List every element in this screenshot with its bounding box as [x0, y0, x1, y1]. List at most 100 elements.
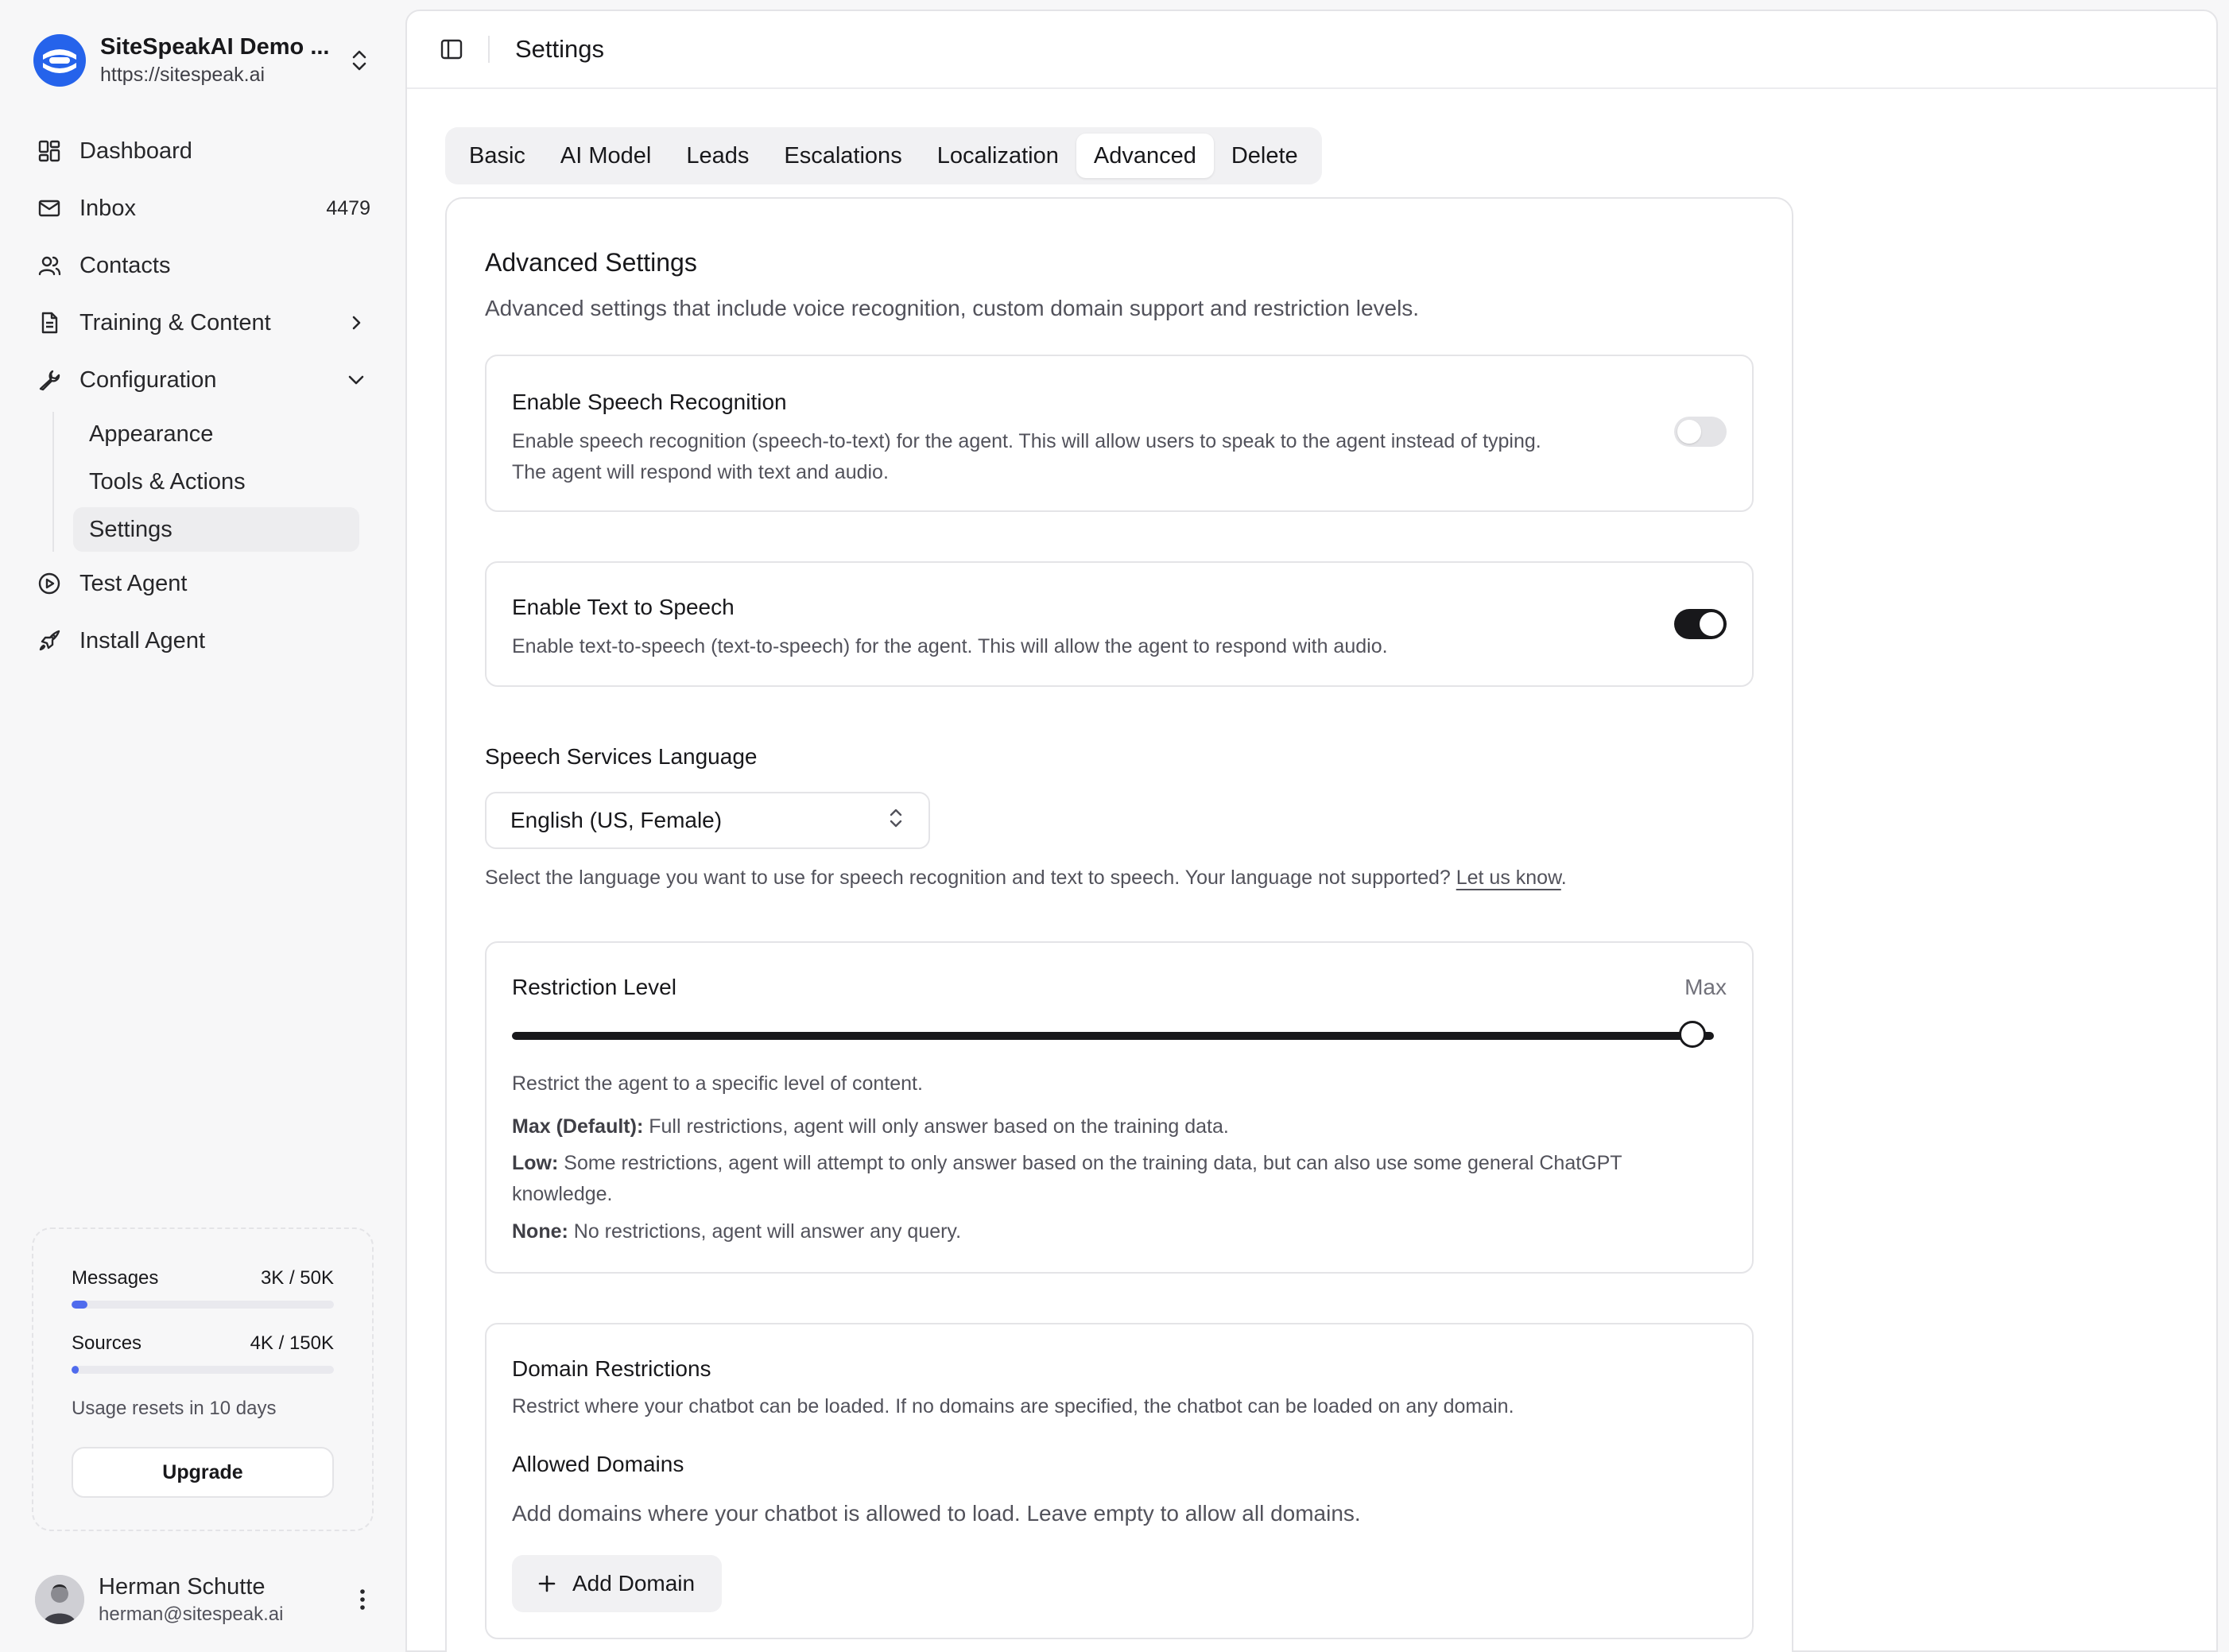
speech-recognition-box: Enable Speech Recognition Enable speech … — [485, 355, 1754, 512]
sources-progress-bar — [72, 1366, 334, 1374]
user-email: herman@sitespeak.ai — [99, 1603, 284, 1625]
nav-label: Configuration — [79, 366, 217, 393]
nav-item-training[interactable]: Training & Content — [32, 294, 374, 351]
section-description: Advanced settings that include voice rec… — [485, 296, 1420, 320]
let-us-know-link[interactable]: Let us know — [1456, 867, 1561, 889]
nav-item-contacts[interactable]: Contacts — [32, 237, 374, 294]
usage-reset-note: Usage resets in 10 days — [72, 1398, 277, 1419]
speech-recognition-toggle[interactable] — [1674, 417, 1727, 447]
help-text: Select the language you want to use for … — [485, 867, 1451, 889]
tab-basic[interactable]: Basic — [452, 134, 543, 178]
tab-localization[interactable]: Localization — [920, 134, 1076, 178]
workspace-name: SiteSpeakAI Demo ... — [100, 34, 330, 60]
play-circle-icon — [35, 569, 64, 598]
text-to-speech-box: Enable Text to Speech Enable text-to-spe… — [485, 561, 1754, 687]
nav-item-configuration[interactable]: Configuration — [32, 351, 374, 409]
restriction-desc: Restrict the agent to a specific level o… — [512, 1072, 923, 1095]
restriction-slider-thumb[interactable] — [1679, 1021, 1706, 1048]
nav-item-install-agent[interactable]: Install Agent — [32, 612, 374, 669]
configuration-subnav: Appearance Tools & Actions Settings — [52, 412, 374, 552]
toggle-knob — [1700, 612, 1723, 636]
add-domain-button[interactable]: Add Domain — [512, 1555, 723, 1612]
restriction-low-text: Some restrictions, agent will attempt to… — [564, 1152, 1622, 1174]
tab-leads[interactable]: Leads — [669, 134, 766, 178]
speech-recognition-desc-line2: The agent will respond with text and aud… — [512, 461, 889, 483]
nav-label: Inbox — [79, 195, 136, 221]
page-title: Settings — [515, 35, 605, 63]
settings-tabs: Basic AI Model Leads Escalations Localizatio… — [445, 127, 1322, 184]
top-bar: Settings — [407, 11, 2216, 89]
toggle-knob — [1677, 420, 1701, 444]
user-menu[interactable]: Herman Schutte herman@sitespeak.ai — [35, 1571, 377, 1628]
usage-sources-value: 4K / 150K — [250, 1332, 334, 1354]
sources-progress-fill — [72, 1366, 79, 1374]
usage-card: Messages 3K / 50K Sources 4K / 150K Usag… — [32, 1227, 374, 1531]
chevrons-up-down-icon — [887, 807, 905, 835]
restriction-none-text: No restrictions, agent will answer any q… — [573, 1220, 962, 1243]
restriction-low-line2: knowledge. — [512, 1183, 613, 1205]
mail-icon — [35, 194, 64, 223]
nav-item-dashboard[interactable]: Dashboard — [32, 122, 374, 180]
wrench-icon — [35, 366, 64, 394]
avatar — [35, 1575, 84, 1624]
allowed-domains-desc: Add domains where your chatbot is allowe… — [512, 1501, 1361, 1526]
more-vertical-icon[interactable] — [348, 1585, 377, 1614]
speech-language-label: Speech Services Language — [485, 744, 758, 769]
nav-item-tools-actions[interactable]: Tools & Actions — [73, 460, 359, 504]
speech-language-select[interactable]: English (US, Female) — [485, 792, 930, 849]
usage-sources-label: Sources — [72, 1332, 142, 1354]
chevrons-up-down-icon[interactable] — [345, 46, 374, 75]
tab-delete[interactable]: Delete — [1214, 134, 1316, 178]
nav-item-test-agent[interactable]: Test Agent — [32, 555, 374, 612]
workspace-url: https://sitespeak.ai — [100, 64, 266, 86]
sitespeak-logo — [33, 34, 86, 87]
dashboard-icon — [35, 137, 64, 165]
main-panel: Settings Basic AI Model Leads Escalations Lo… — [405, 10, 2218, 1652]
speech-recognition-title: Enable Speech Recognition — [512, 390, 787, 414]
divider — [488, 36, 490, 63]
restriction-max-label: Max (Default): — [512, 1115, 644, 1138]
domain-restrictions-desc: Restrict where your chatbot can be loade… — [512, 1395, 1514, 1417]
restriction-none-label: None: — [512, 1220, 568, 1243]
restriction-slider-track[interactable] — [512, 1032, 1714, 1040]
restriction-level-value: Max — [1684, 975, 1727, 999]
sidebar-toggle-icon[interactable] — [437, 35, 466, 64]
domain-restrictions-title: Domain Restrictions — [512, 1356, 711, 1381]
messages-progress-fill — [72, 1301, 87, 1309]
restriction-none-line: None: No restrictions, agent will answer… — [512, 1216, 1736, 1247]
text-to-speech-toggle[interactable] — [1674, 609, 1727, 639]
nav-label: Test Agent — [79, 570, 188, 596]
restriction-low-line: Low: Some restrictions, agent will attem… — [512, 1148, 1736, 1179]
restriction-max-line: Max (Default): Full restrictions, agent … — [512, 1111, 1736, 1142]
help-text-end: . — [1560, 867, 1567, 889]
nav-label: Install Agent — [79, 627, 205, 653]
speech-recognition-desc-line1: Enable speech recognition (speech-to-tex… — [512, 430, 1541, 452]
domain-restrictions-box: Domain Restrictions Restrict where your … — [485, 1323, 1754, 1639]
restriction-low-label: Low: — [512, 1152, 559, 1174]
advanced-settings-card: Advanced Settings Advanced settings that… — [445, 197, 1793, 1652]
nav-label: Contacts — [79, 252, 171, 278]
restriction-level-box: Restriction Level Max Restrict the agent… — [485, 941, 1754, 1274]
tab-escalations[interactable]: Escalations — [766, 134, 919, 178]
plus-icon — [536, 1573, 558, 1595]
nav-label: Dashboard — [79, 138, 192, 164]
document-icon — [35, 308, 64, 337]
rocket-icon — [35, 626, 64, 655]
tab-advanced[interactable]: Advanced — [1076, 134, 1214, 178]
main-nav: Dashboard Inbox 4479 Contacts Training &… — [32, 122, 374, 669]
user-name: Herman Schutte — [99, 1573, 266, 1600]
nav-item-inbox[interactable]: Inbox 4479 — [32, 180, 374, 237]
tab-ai-model[interactable]: AI Model — [543, 134, 669, 178]
chevron-down-icon — [342, 366, 370, 394]
add-domain-label: Add Domain — [572, 1571, 696, 1596]
allowed-domains-title: Allowed Domains — [512, 1452, 684, 1476]
upgrade-button[interactable]: Upgrade — [72, 1447, 334, 1498]
messages-progress-bar — [72, 1301, 334, 1309]
usage-messages-value: 3K / 50K — [260, 1267, 334, 1289]
nav-item-appearance[interactable]: Appearance — [73, 412, 359, 456]
inbox-count-badge: 4479 — [326, 196, 370, 219]
nav-item-settings[interactable]: Settings — [73, 507, 359, 552]
restriction-level-title: Restriction Level — [512, 975, 676, 999]
workspace-switcher[interactable]: SiteSpeakAI Demo ... https://sitespeak.a… — [32, 29, 374, 92]
users-icon — [35, 251, 64, 280]
